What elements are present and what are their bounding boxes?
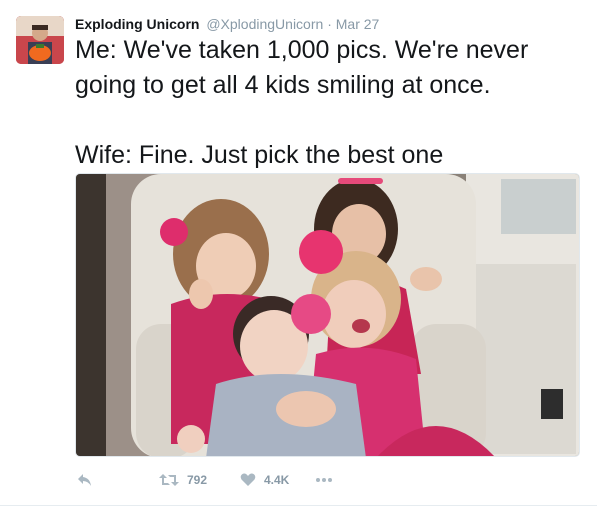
heart-icon [240,473,256,486]
tweet-text: Me: We've taken 1,000 pics. We're never … [75,33,585,173]
avatar[interactable] [16,16,64,64]
tweet-text-line-2: Wife: Fine. Just pick the best one [75,141,444,169]
more-button[interactable] [315,470,333,490]
tweet-card[interactable]: Exploding Unicorn @XplodingUnicorn · Mar… [0,0,597,506]
tweet-text-line-1: Me: We've taken 1,000 pics. We're never … [75,36,529,99]
author-handle[interactable]: @XplodingUnicorn [206,16,323,32]
retweet-count: 792 [187,473,208,487]
separator-dot: · [327,16,332,32]
retweet-icon [159,474,179,486]
avatar-image [16,16,64,64]
tweet-actions: 792 4.4K [75,470,585,490]
like-button[interactable]: 4.4K [240,470,289,490]
reply-button[interactable] [77,470,93,490]
author-name[interactable]: Exploding Unicorn [75,16,199,32]
tweet-header: Exploding Unicorn @XplodingUnicorn · Mar… [75,16,379,32]
tweet-timestamp[interactable]: Mar 27 [336,16,380,32]
reply-icon [78,474,91,486]
tweet-photo[interactable] [75,173,580,457]
like-count: 4.4K [264,473,290,487]
photo-children-on-chair [76,174,579,456]
more-icon [316,478,332,482]
retweet-button[interactable]: 792 [159,470,207,490]
